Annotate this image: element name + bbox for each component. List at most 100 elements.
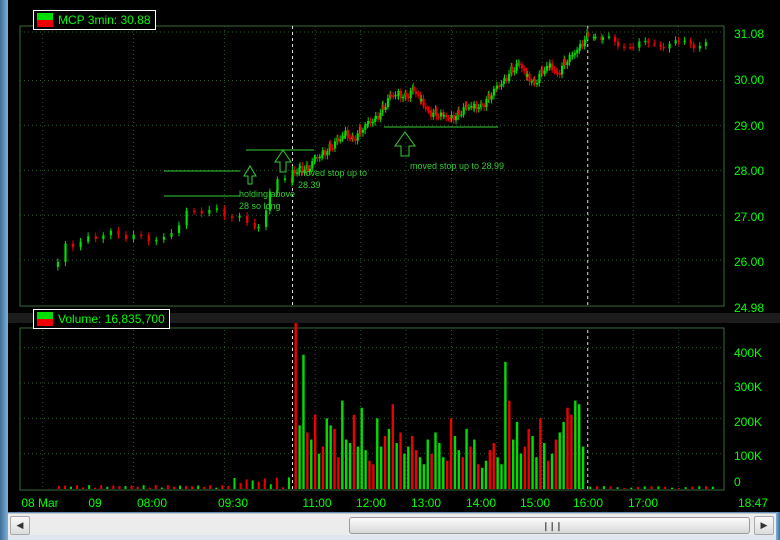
volume-bar bbox=[333, 428, 336, 489]
volume-bar bbox=[321, 446, 325, 489]
volume-bar bbox=[191, 486, 194, 489]
price-candle bbox=[424, 106, 427, 110]
volume-bar bbox=[257, 481, 260, 489]
price-candle bbox=[548, 63, 552, 68]
price-candle bbox=[417, 94, 420, 96]
volume-bar bbox=[535, 457, 538, 489]
volume-bar bbox=[391, 404, 394, 489]
volume-bar bbox=[325, 418, 328, 489]
volume-bar bbox=[630, 487, 633, 489]
price-candle bbox=[230, 216, 234, 218]
volume-bar bbox=[399, 432, 402, 489]
price-swatch-icon bbox=[37, 13, 53, 27]
price-candle bbox=[564, 59, 567, 66]
price-candle bbox=[447, 117, 450, 119]
price-candle bbox=[545, 65, 549, 71]
volume-bar bbox=[130, 485, 133, 489]
annotations: holding above 28 so long moved stop up t… bbox=[164, 126, 504, 211]
price-candle bbox=[576, 49, 579, 54]
price-candle bbox=[336, 138, 340, 142]
price-candle bbox=[326, 151, 329, 156]
price-candle bbox=[399, 91, 402, 99]
price-candle bbox=[56, 261, 60, 267]
price-candle bbox=[586, 32, 589, 38]
price-candle bbox=[601, 37, 605, 40]
volume-bar bbox=[527, 428, 530, 489]
volume-bar bbox=[445, 460, 449, 489]
price-candle bbox=[623, 46, 626, 48]
volume-bar bbox=[602, 486, 605, 489]
horizontal-scrollbar[interactable]: ◀ ❙❙❙ ▶ bbox=[8, 513, 776, 536]
price-candle bbox=[581, 43, 584, 47]
price-candle bbox=[561, 65, 564, 75]
price-candle bbox=[583, 39, 586, 47]
volume-bar bbox=[609, 486, 612, 489]
time-tick-label: 14:00 bbox=[466, 496, 496, 510]
price-candle bbox=[257, 226, 260, 229]
volume-bar bbox=[317, 453, 321, 489]
price-candle bbox=[571, 54, 574, 57]
scroll-left-button[interactable]: ◀ bbox=[10, 516, 30, 535]
price-candle bbox=[526, 73, 529, 77]
price-candle bbox=[87, 236, 90, 242]
volume-bar bbox=[302, 354, 305, 489]
volume-bar bbox=[504, 361, 507, 489]
volume-bar bbox=[664, 486, 667, 489]
time-tick-label: 09:30 bbox=[218, 496, 248, 510]
volume-tick-label: 0 bbox=[734, 475, 741, 489]
time-axis-labels: 08 Mar 09 08:00 09:30 11:00 12:00 13:00 … bbox=[21, 496, 768, 510]
scroll-thumb[interactable]: ❙❙❙ bbox=[349, 517, 750, 534]
volume-bar bbox=[411, 436, 414, 489]
price-candle bbox=[698, 45, 701, 49]
chart-canvas[interactable]: holding above 28 so long moved stop up t… bbox=[8, 0, 780, 512]
volume-bar bbox=[76, 485, 79, 489]
price-candle bbox=[538, 73, 541, 84]
annotation-stop1-line1: moved stop up to bbox=[298, 168, 367, 178]
volume-bar bbox=[221, 485, 224, 489]
price-candle bbox=[117, 230, 120, 236]
price-candle bbox=[460, 114, 463, 117]
price-candle bbox=[689, 40, 692, 45]
price-candle bbox=[246, 215, 249, 224]
annotation-stop2: moved stop up to 28.99 bbox=[410, 161, 504, 171]
price-candle bbox=[344, 130, 347, 136]
price-candle bbox=[193, 210, 196, 213]
price-candle bbox=[422, 98, 425, 107]
price-candle bbox=[409, 90, 412, 98]
volume-bar bbox=[570, 414, 573, 489]
price-candle bbox=[566, 61, 569, 66]
price-candle bbox=[64, 243, 67, 262]
volume-bar bbox=[698, 486, 701, 489]
price-candle bbox=[477, 107, 480, 110]
volume-bar bbox=[566, 407, 569, 489]
price-candle bbox=[185, 210, 188, 226]
price-candle bbox=[558, 73, 561, 75]
volume-bar bbox=[596, 486, 599, 489]
price-candle bbox=[503, 78, 506, 82]
scroll-right-button[interactable]: ▶ bbox=[754, 516, 774, 535]
volume-bar bbox=[469, 446, 472, 489]
arrow-left-icon: ◀ bbox=[16, 520, 24, 530]
volume-bar bbox=[185, 486, 188, 489]
price-candle bbox=[361, 129, 365, 133]
price-candle bbox=[405, 92, 408, 97]
price-candle bbox=[653, 43, 656, 46]
price-legend: MCP 3min: 30.88 bbox=[33, 10, 156, 30]
price-candle bbox=[677, 40, 680, 42]
price-candle bbox=[613, 36, 617, 42]
price-candle bbox=[485, 98, 488, 108]
volume-bar bbox=[616, 487, 619, 489]
volume-bar bbox=[63, 485, 66, 489]
price-candle bbox=[208, 209, 211, 214]
price-candle bbox=[573, 53, 577, 55]
volume-bar bbox=[577, 404, 581, 489]
chart-area[interactable]: holding above 28 so long moved stop up t… bbox=[8, 0, 780, 512]
price-candle bbox=[316, 157, 319, 159]
time-tick-label: 09 bbox=[88, 496, 102, 510]
price-candle bbox=[331, 148, 334, 150]
volume-bar bbox=[426, 439, 429, 489]
price-candle bbox=[473, 104, 476, 109]
price-tick-label: 31.08 bbox=[734, 27, 764, 41]
price-candle bbox=[629, 47, 632, 49]
price-candle bbox=[632, 47, 635, 49]
